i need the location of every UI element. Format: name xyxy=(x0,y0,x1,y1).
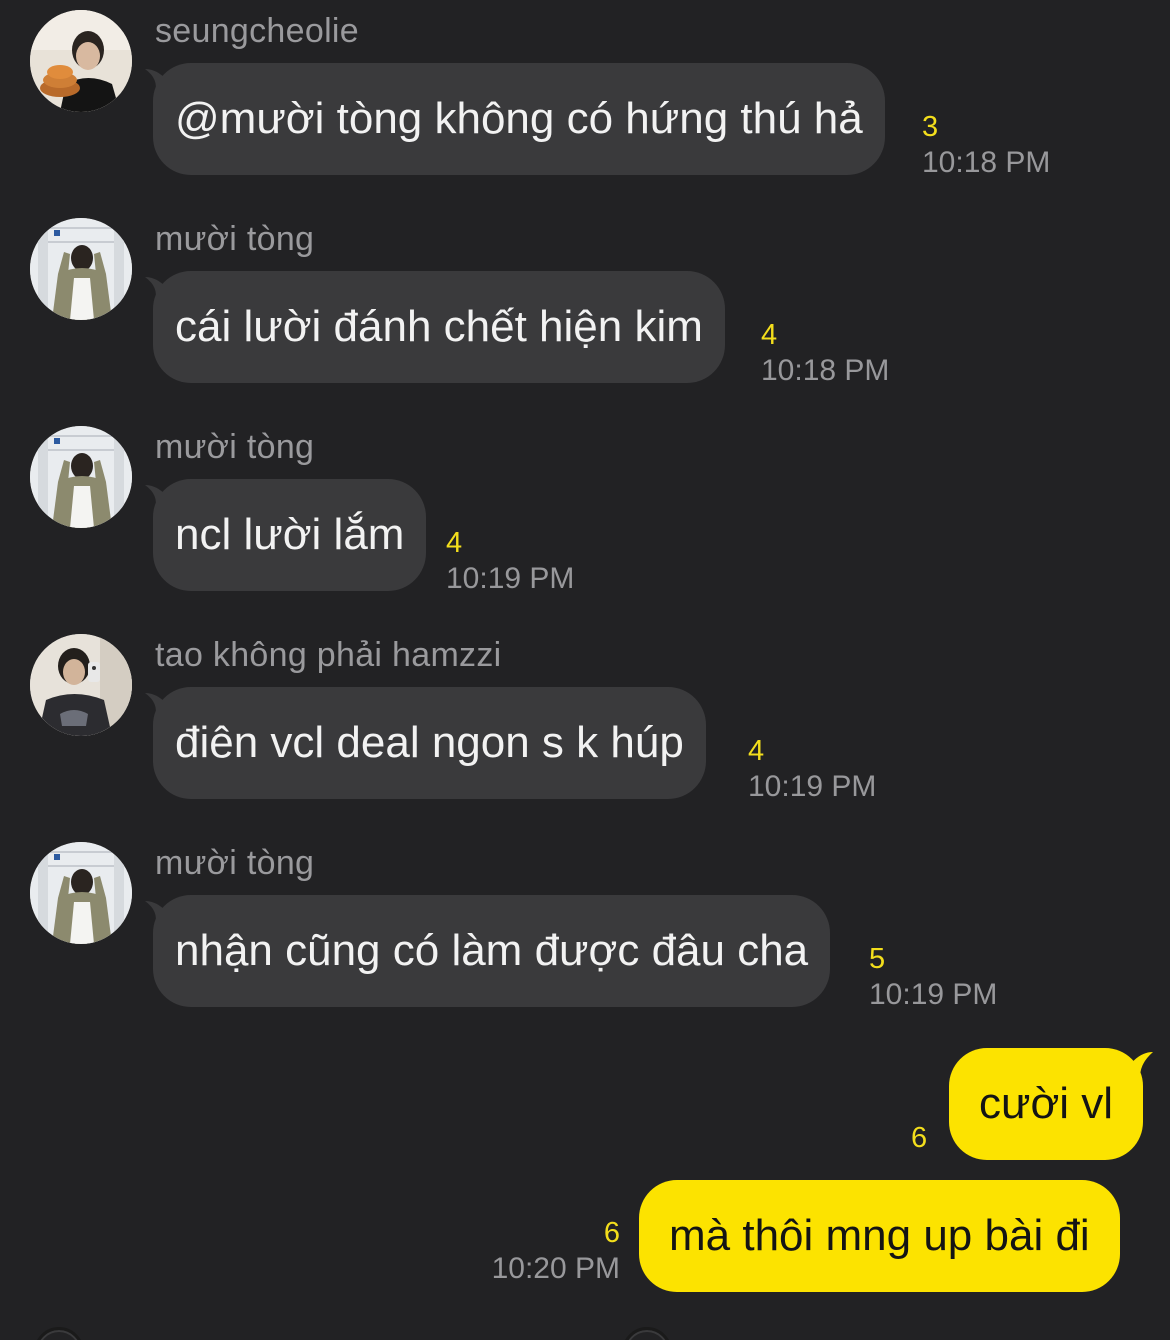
message-text: @mười tòng không có hứng thú hả xyxy=(175,94,863,143)
bubble-tail-icon xyxy=(145,693,171,717)
my-message-bubble[interactable]: cười vl xyxy=(949,1048,1154,1160)
message-timestamp: 10:18 PM xyxy=(922,146,1051,179)
avatar-partial xyxy=(34,1327,84,1340)
message-bubble[interactable]: @mười tòng không có hứng thú hả xyxy=(145,63,885,175)
unread-count: 6 xyxy=(603,1217,620,1249)
message-bubble[interactable]: nhận cũng có làm được đâu cha xyxy=(145,895,831,1007)
sender-name: mười tòng xyxy=(155,428,315,466)
profile-photo-icon xyxy=(30,842,132,944)
bubble-tail-icon xyxy=(145,277,171,301)
message-row: mười tòng ncl lười lắm 4 10:19 PM xyxy=(0,416,1170,616)
avatar[interactable] xyxy=(30,426,132,528)
avatar[interactable] xyxy=(30,634,132,736)
profile-photo-icon xyxy=(30,634,132,736)
profile-photo-icon xyxy=(30,426,132,528)
unread-count: 3 xyxy=(922,111,939,143)
message-row: tao không phải hamzzi điên vcl deal ngon… xyxy=(0,624,1170,824)
message-bubble[interactable]: điên vcl deal ngon s k húp xyxy=(145,687,706,799)
unread-count: 4 xyxy=(748,735,765,767)
unread-count: 4 xyxy=(446,527,463,559)
bubble-tail-icon xyxy=(145,901,171,925)
profile-photo-icon xyxy=(30,10,132,112)
message-meta: 4 10:18 PM xyxy=(761,318,889,390)
sender-name: mười tòng xyxy=(155,844,315,882)
sender-name: seungcheolie xyxy=(155,12,359,50)
bubble-tail-icon xyxy=(145,485,171,509)
message-timestamp: 10:20 PM xyxy=(491,1252,620,1285)
message-text: điên vcl deal ngon s k húp xyxy=(175,718,684,767)
chat-thread[interactable]: seungcheolie @mười tòng không có hứng th… xyxy=(0,0,1170,1340)
message-text: mà thôi mng up bài đi xyxy=(669,1211,1090,1260)
message-timestamp: 10:19 PM xyxy=(869,978,998,1011)
message-meta: 5 10:19 PM xyxy=(869,942,997,1014)
message-timestamp: 10:19 PM xyxy=(446,562,575,595)
avatar[interactable] xyxy=(30,218,132,320)
message-row: mười tòng nhận cũng có làm được đâu cha … xyxy=(0,832,1170,1032)
avatar[interactable] xyxy=(30,10,132,112)
message-meta: 4 10:19 PM xyxy=(748,734,876,806)
bubble-tail-icon xyxy=(1125,1052,1154,1082)
avatar[interactable] xyxy=(30,842,132,944)
bubble-tail-icon xyxy=(145,69,171,93)
avatar-partial xyxy=(622,1327,672,1340)
my-message-bubble[interactable]: mà thôi mng up bài đi xyxy=(639,1180,1120,1292)
message-text: ncl lười lắm xyxy=(175,510,405,559)
message-meta: 6 10:20 PM xyxy=(470,1216,620,1288)
message-row: mười tòng cái lười đánh chết hiện kim 4 … xyxy=(0,208,1170,408)
profile-photo-icon xyxy=(30,218,132,320)
message-bubble[interactable]: ncl lười lắm xyxy=(145,479,427,591)
message-text: cái lười đánh chết hiện kim xyxy=(175,302,703,351)
message-bubble[interactable]: cái lười đánh chết hiện kim xyxy=(145,271,725,383)
message-text: cười vl xyxy=(979,1079,1114,1128)
sender-name: mười tòng xyxy=(155,220,315,258)
unread-count: 5 xyxy=(869,943,886,975)
message-row: seungcheolie @mười tòng không có hứng th… xyxy=(0,0,1170,200)
message-meta: 4 10:19 PM xyxy=(446,526,574,598)
message-timestamp: 10:18 PM xyxy=(761,354,890,387)
sender-name: tao không phải hamzzi xyxy=(155,636,502,674)
unread-count: 6 xyxy=(911,1122,928,1154)
unread-count: 4 xyxy=(761,319,778,351)
message-text: nhận cũng có làm được đâu cha xyxy=(175,926,809,975)
message-meta: 3 10:18 PM xyxy=(922,110,1050,182)
next-message-partial xyxy=(0,1322,1170,1340)
message-timestamp: 10:19 PM xyxy=(748,770,877,803)
